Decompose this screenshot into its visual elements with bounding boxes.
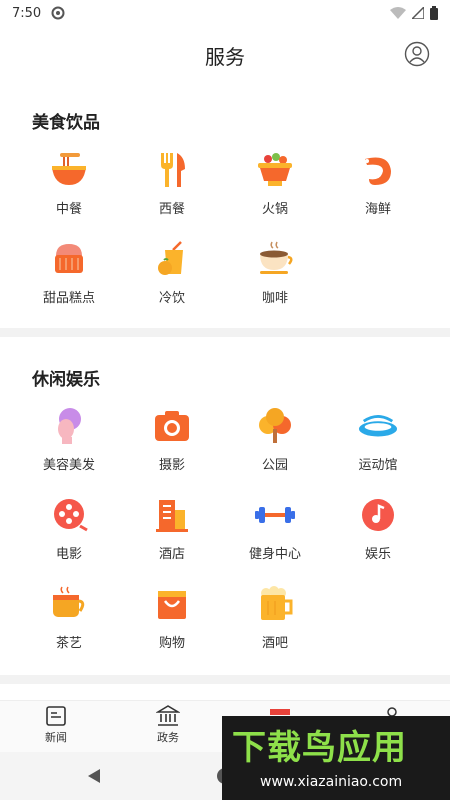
battery-icon: [430, 6, 438, 20]
service-item-photography[interactable]: 摄影: [116, 406, 228, 486]
service-item-cold-drink[interactable]: 冷饮: [116, 239, 228, 319]
service-item-label: 酒吧: [261, 636, 288, 651]
service-item-label: 运动馆: [358, 458, 398, 473]
service-item-label: 中餐: [55, 202, 82, 217]
watermark-logo: 下载鸟应用 www.xiazainiao.com: [222, 716, 450, 800]
service-item-label: 火锅: [261, 202, 288, 217]
service-item-dessert[interactable]: 甜品糕点: [13, 239, 125, 319]
status-bar: 7:50: [0, 0, 450, 26]
service-item-hotel[interactable]: 酒店: [116, 495, 228, 575]
service-item-gym[interactable]: 健身中心: [219, 495, 331, 575]
service-item-label: 酒店: [158, 547, 185, 562]
service-item-label: 茶艺: [55, 636, 82, 651]
news-icon: [46, 706, 66, 726]
dumbbell-icon: [255, 507, 295, 523]
shopping-bag-icon: [158, 591, 186, 619]
section-title-leisure: 休闲娱乐: [32, 370, 100, 390]
hotel-building-icon: [156, 500, 188, 532]
beer-mug-icon: [261, 586, 293, 620]
service-item-label: 咖啡: [261, 291, 288, 306]
coffee-icon: [260, 241, 293, 274]
film-reel-icon: [54, 499, 88, 532]
beauty-icon: [58, 408, 81, 444]
food-section: 美食饮品 中餐 西餐 火锅 海鲜 甜品糕点 冷饮 咖啡: [0, 88, 450, 328]
hotpot-icon: [258, 153, 292, 186]
noodle-bowl-icon: [52, 153, 86, 185]
tab-label: 政务: [157, 731, 179, 744]
service-item-label: 冷饮: [158, 291, 185, 306]
service-item-coffee[interactable]: 咖啡: [219, 239, 331, 319]
service-item-shopping[interactable]: 购物: [116, 584, 228, 664]
shrimp-icon: [365, 157, 391, 185]
cold-drink-icon: [158, 241, 183, 275]
tea-cup-icon: [53, 586, 85, 617]
service-item-entertainment[interactable]: 娱乐: [322, 495, 434, 575]
tab-label: 新闻: [45, 731, 67, 744]
service-item-bar[interactable]: 酒吧: [219, 584, 331, 664]
section-divider: [0, 675, 450, 684]
service-item-label: 美容美发: [42, 458, 95, 473]
government-icon: [156, 705, 180, 726]
service-item-western-food[interactable]: 西餐: [116, 150, 228, 230]
service-item-label: 电影: [55, 547, 82, 562]
service-item-label: 甜品糕点: [42, 291, 95, 306]
back-icon[interactable]: [86, 768, 102, 784]
leisure-section: 休闲娱乐 美容美发 摄影 公园 运动馆 电影 酒店 健身中心 娱乐 茶艺 购物 …: [0, 337, 450, 675]
section-title-food: 美食饮品: [32, 113, 100, 133]
service-item-label: 娱乐: [364, 547, 391, 562]
cake-icon: [55, 244, 83, 273]
service-item-hotpot[interactable]: 火锅: [219, 150, 331, 230]
stadium-icon: [358, 415, 398, 437]
sync-icon: [51, 6, 65, 20]
music-note-icon: [362, 499, 394, 531]
status-time: 7:50: [12, 5, 42, 21]
camera-icon: [155, 411, 189, 441]
service-item-label: 购物: [158, 636, 185, 651]
service-item-tea[interactable]: 茶艺: [13, 584, 125, 664]
wifi-icon: [390, 7, 406, 19]
signal-icon: [412, 7, 424, 19]
watermark-logo-text: 下载鸟应用: [232, 728, 407, 768]
tree-icon: [259, 408, 291, 443]
tab-center-icon[interactable]: [270, 709, 290, 715]
service-item-label: 健身中心: [248, 547, 301, 562]
service-item-stadium[interactable]: 运动馆: [322, 406, 434, 486]
service-item-label: 摄影: [158, 458, 185, 473]
service-item-label: 西餐: [158, 202, 185, 217]
service-item-movie[interactable]: 电影: [13, 495, 125, 575]
fork-knife-icon: [161, 153, 185, 187]
watermark-url: www.xiazainiao.com: [260, 774, 403, 790]
service-item-seafood[interactable]: 海鲜: [322, 150, 434, 230]
tab-government[interactable]: 政务: [138, 705, 198, 751]
profile-icon[interactable]: [404, 41, 430, 67]
service-item-park[interactable]: 公园: [219, 406, 331, 486]
tab-news[interactable]: 新闻: [26, 705, 86, 751]
service-item-label: 公园: [261, 458, 288, 473]
service-item-beauty[interactable]: 美容美发: [13, 406, 125, 486]
page-title: 服务: [205, 44, 245, 69]
service-item-label: 海鲜: [364, 202, 391, 217]
app-header: 服务: [0, 26, 450, 84]
service-item-chinese-food[interactable]: 中餐: [13, 150, 125, 230]
section-divider: [0, 328, 450, 337]
